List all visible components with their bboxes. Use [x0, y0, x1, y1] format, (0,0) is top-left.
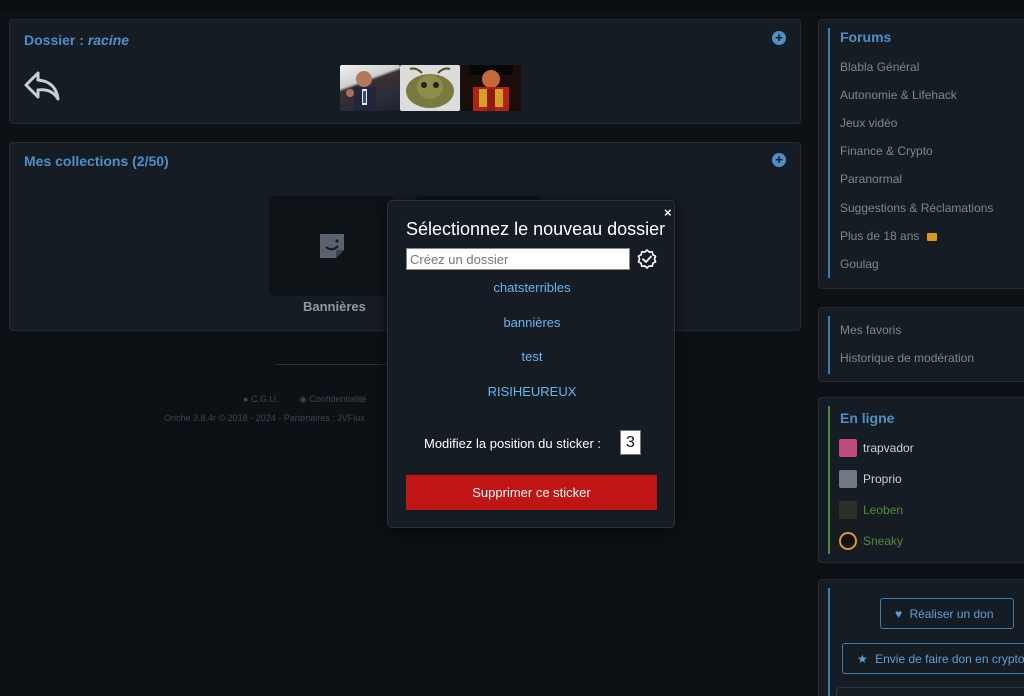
online-user-name: Proprio [863, 472, 902, 486]
forum-link[interactable]: Autonomie & Lifehack [840, 88, 957, 102]
sticker-thumb-moth[interactable] [400, 65, 460, 111]
folder-option[interactable]: bannières [388, 315, 676, 330]
add-collection-icon[interactable]: + [772, 153, 786, 167]
delete-sticker-button[interactable]: Supprimer ce sticker [406, 475, 657, 510]
donate-panel: ♥ Réaliser un don ★ Envie de faire don e… [818, 579, 1024, 696]
online-user-name: Sneaky [863, 534, 904, 548]
user-links-panel: Mes favoris Historique de modération [818, 307, 1024, 382]
dossier-title: Dossier : racine [24, 32, 129, 48]
collections-title: Mes collections (2/50) [24, 153, 169, 169]
dossier-current-folder: racine [87, 32, 130, 48]
footer-privacy-label: Confidentialité [309, 394, 367, 404]
forums-panel: Forums Blabla Général Autonomie & Lifeha… [818, 19, 1024, 289]
folder-option[interactable]: chatsterribles [388, 280, 676, 295]
forum-link[interactable]: Jeux vidéo [840, 116, 897, 130]
forums-title: Forums [840, 29, 892, 45]
online-user-name: Leoben [863, 503, 904, 517]
add-folder-icon[interactable]: + [772, 31, 786, 45]
collection-card-bannieres[interactable] [269, 196, 395, 296]
dossier-title-prefix: Dossier : [24, 32, 88, 48]
modal-title: Sélectionnez le nouveau dossier [406, 219, 666, 239]
close-icon[interactable]: × [664, 205, 672, 220]
avatar [839, 439, 857, 457]
dossier-panel: Dossier : racine + [9, 19, 801, 124]
footer-cgu-label: C.G.U. [250, 394, 279, 404]
forums-accent-bar [828, 28, 830, 278]
favorites-link[interactable]: Mes favoris [840, 323, 901, 337]
forum-link[interactable]: Goulag [840, 257, 879, 271]
crypto-donate-label: Envie de faire don en crypto [875, 651, 1024, 666]
footer-cgu-link[interactable]: ● C.G.U. [243, 394, 278, 404]
sticker-icon [320, 234, 344, 258]
footer-privacy-link[interactable]: ◉ Confidentialité [299, 394, 366, 405]
lock-icon [926, 233, 937, 241]
footer-version: Onche 3.8.4r © 2018 - 2024 - Partenaires… [164, 413, 365, 423]
top-bar [0, 0, 1024, 12]
forum-link-18[interactable]: Plus de 18 ans [840, 229, 937, 243]
footer-divider [275, 364, 390, 365]
back-arrow-icon[interactable] [23, 70, 61, 102]
heart-icon: ♥ [895, 606, 903, 621]
links-accent-bar [828, 316, 830, 374]
donate-button[interactable]: ♥ Réaliser un don [880, 598, 1014, 629]
folder-option[interactable]: RISIHEUREUX [388, 384, 676, 399]
crypto-donate-button[interactable]: ★ Envie de faire don en crypto [842, 643, 1024, 674]
forum-link[interactable]: Finance & Crypto [840, 144, 933, 158]
confirm-folder-icon[interactable] [637, 249, 657, 269]
online-accent-bar [828, 406, 830, 554]
forum-link[interactable]: Suggestions & Réclamations [840, 201, 993, 215]
avatar [839, 532, 857, 550]
forum-link[interactable]: Paranormal [840, 172, 902, 186]
move-sticker-modal: × Sélectionnez le nouveau dossier chatst… [387, 200, 675, 528]
online-user-name: trapvador [863, 441, 914, 455]
collection-label-bannieres: Bannières [303, 299, 366, 314]
star-icon: ★ [857, 651, 868, 666]
new-folder-input[interactable] [406, 248, 630, 270]
avatar [839, 501, 857, 519]
donate-accent-bar [828, 588, 830, 696]
position-label: Modifiez la position du sticker : [424, 436, 602, 451]
sticker-thumb-man[interactable] [340, 65, 400, 111]
donate-button-label: Réaliser un don [909, 606, 994, 621]
forum-link-label: Plus de 18 ans [840, 229, 920, 243]
avatar [839, 470, 857, 488]
position-input[interactable] [620, 430, 641, 455]
sidebar-next-box [836, 687, 1024, 696]
sticker-thumb-warrior[interactable] [461, 65, 521, 111]
folder-option[interactable]: test [388, 349, 676, 364]
forum-link[interactable]: Blabla Général [840, 60, 919, 74]
moderation-history-link[interactable]: Historique de modération [840, 351, 974, 365]
online-panel: En ligne trapvador Proprio Leoben Sneaky [818, 397, 1024, 563]
online-title: En ligne [840, 410, 895, 426]
